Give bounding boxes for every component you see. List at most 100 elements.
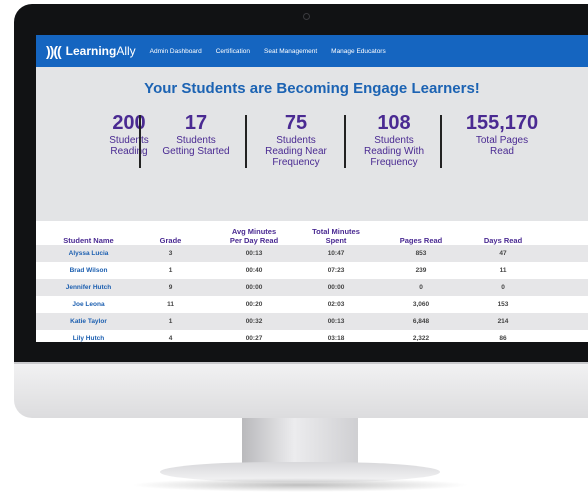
logo-text-thin: Ally: [116, 44, 136, 58]
stat-label-line: Students: [176, 135, 216, 146]
stat-divider: [440, 115, 442, 168]
stat-label-line: Students: [374, 135, 414, 146]
cell-grade: 3: [168, 250, 173, 257]
table-row[interactable]: Jennifer Hutch 9 00:00 00:00 0 0: [36, 279, 588, 296]
column-header-pages-read[interactable]: Pages Read: [386, 221, 456, 245]
stand-shadow: [130, 478, 470, 492]
stat-divider: [139, 115, 141, 168]
column-header-text: Student Name: [63, 235, 114, 245]
cell-grade: 1: [168, 267, 173, 274]
cell-pages-read: 0: [419, 284, 423, 291]
cell-avg-minutes: 00:27: [245, 335, 263, 342]
stat-label: Students Reading Near Frequency: [248, 135, 344, 168]
stat-label: Total Pages Read: [446, 135, 558, 157]
stat-students-reading-near-frequency: 75 Students Reading Near Frequency: [248, 112, 344, 168]
logo-text-bold: Learning: [65, 44, 117, 58]
column-header-text: Days Read: [483, 235, 523, 245]
cell-grade: 4: [168, 335, 173, 342]
stat-label-line: Reading Near: [265, 146, 327, 157]
column-header-text: Grade: [159, 235, 182, 245]
cell-student-name[interactable]: Lily Hutch: [51, 330, 126, 342]
cell-pages-read: 2,322: [412, 335, 430, 342]
column-header-text: Pages Read: [399, 235, 443, 245]
stat-students-getting-started: 17 Students Getting Started: [146, 112, 246, 157]
cell-days-read: 153: [497, 301, 509, 308]
table-row[interactable]: Alyssa Lucia 3 00:13 10:47 853 47: [36, 245, 588, 262]
column-header-total-minutes[interactable]: Total Minutes Spent: [301, 221, 371, 245]
stat-students-reading-with-frequency: 108 Students Reading With Frequency: [346, 112, 442, 168]
cell-student-name[interactable]: Jennifer Hutch: [51, 279, 126, 296]
column-header-line: Spent: [325, 235, 347, 245]
cell-grade: 11: [167, 301, 174, 308]
stat-label-line: Getting Started: [162, 146, 230, 157]
nav-link-manage-educators[interactable]: Manage Educators: [331, 48, 386, 55]
stat-total-pages-read: 155,170 Total Pages Read: [446, 112, 558, 157]
monitor-chin: [14, 362, 588, 418]
cell-total-minutes: 07:23: [327, 267, 345, 274]
monitor-stand-neck: [242, 418, 358, 464]
cell-avg-minutes: 00:13: [245, 250, 263, 257]
logo-mark-icon: ))((: [46, 43, 62, 59]
column-header-text: Avg Minutes Per Day Read: [229, 227, 279, 245]
stat-label: Students Reading With Frequency: [346, 135, 442, 168]
stat-label-line: Total Pages: [475, 135, 529, 146]
chin-divider: [14, 362, 588, 364]
stat-label-line: Read: [490, 146, 514, 157]
stat-value: 108: [377, 112, 411, 134]
page-title: Your Students are Becoming Engage Learne…: [144, 80, 480, 97]
cell-days-read: 11: [499, 267, 507, 274]
stat-label-line: Frequency: [272, 157, 320, 168]
cell-days-read: 214: [497, 318, 509, 325]
nav-link-admin-dashboard[interactable]: Admin Dashboard: [150, 48, 202, 55]
cell-days-read: 86: [499, 335, 507, 342]
table-row[interactable]: Lily Hutch 4 00:27 03:18 2,322 86: [36, 330, 588, 342]
cell-pages-read: 853: [415, 250, 427, 257]
cell-grade: 1: [168, 318, 173, 325]
table-row[interactable]: Joe Leona 11 00:20 02:03 3,060 153: [36, 296, 588, 313]
nav-link-certification[interactable]: Certification: [216, 48, 250, 55]
column-header-line: Per Day Read: [229, 235, 279, 245]
cell-student-name[interactable]: Brad Wilson: [51, 262, 126, 279]
cell-total-minutes: 02:03: [327, 301, 345, 308]
cell-days-read: 47: [499, 250, 507, 257]
cell-total-minutes: 03:18: [327, 335, 345, 342]
stat-label-line: Reading With: [363, 146, 425, 157]
stat-label-line: Frequency: [370, 157, 418, 168]
cell-total-minutes: 00:13: [327, 318, 345, 325]
cell-student-name[interactable]: Joe Leona: [51, 296, 126, 313]
cell-student-name[interactable]: Alyssa Lucia: [51, 245, 126, 262]
stats-banner: Your Students are Becoming Engage Learne…: [36, 67, 588, 221]
cell-pages-read: 239: [415, 267, 427, 274]
column-header-avg-minutes[interactable]: Avg Minutes Per Day Read: [214, 221, 294, 245]
cell-student-name[interactable]: Katie Taylor: [51, 313, 126, 330]
table-header-row: Student Name Grade Avg Minutes Per Day Re…: [36, 221, 588, 245]
cell-avg-minutes: 00:00: [245, 284, 263, 291]
nav-link-seat-management[interactable]: Seat Management: [264, 48, 317, 55]
cell-total-minutes: 00:00: [327, 284, 345, 291]
cell-total-minutes: 10:47: [327, 250, 345, 257]
cell-pages-read: 6,848: [412, 318, 430, 325]
cell-avg-minutes: 00:20: [245, 301, 263, 308]
stat-label: Students Getting Started: [146, 135, 246, 157]
cell-grade: 9: [168, 284, 173, 291]
table-row[interactable]: Brad Wilson 1 00:40 07:23 239 11: [36, 262, 588, 279]
stat-value: 155,170: [465, 112, 539, 134]
camera-icon: [303, 13, 310, 20]
table-row[interactable]: Katie Taylor 1 00:32 00:13 6,848 214: [36, 313, 588, 330]
cell-avg-minutes: 00:32: [245, 318, 263, 325]
learning-ally-logo[interactable]: ))(( LearningAlly: [46, 43, 136, 59]
column-header-grade[interactable]: Grade: [148, 221, 193, 245]
cell-avg-minutes: 00:40: [245, 267, 263, 274]
logo-text: LearningAlly: [66, 44, 136, 58]
monitor-screen: ))(( LearningAlly Admin Dashboard Certif…: [36, 35, 588, 342]
column-header-text: Total Minutes Spent: [312, 227, 360, 245]
cell-days-read: 0: [501, 284, 505, 291]
top-navbar: ))(( LearningAlly Admin Dashboard Certif…: [36, 35, 588, 67]
stat-value: 17: [184, 112, 208, 134]
column-header-student-name[interactable]: Student Name: [51, 221, 126, 245]
students-table: Student Name Grade Avg Minutes Per Day Re…: [36, 221, 588, 342]
cell-pages-read: 3,060: [412, 301, 430, 308]
stat-value: 75: [284, 112, 308, 134]
stat-divider: [245, 115, 247, 168]
column-header-days-read[interactable]: Days Read: [468, 221, 538, 245]
